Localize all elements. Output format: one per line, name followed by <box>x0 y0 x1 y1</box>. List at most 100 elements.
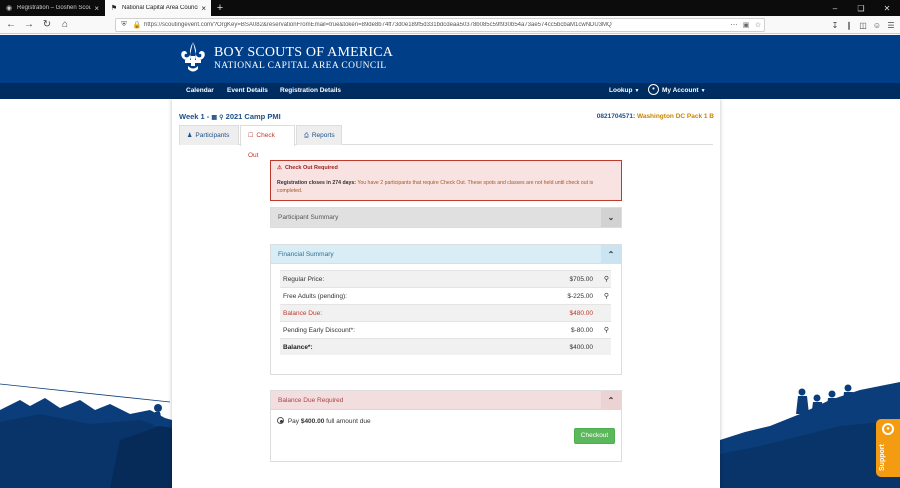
user-icon: ♟ <box>187 133 193 139</box>
participant-summary-title: Participant Summary <box>278 214 339 221</box>
table-row: Balance Due: $480.00 <box>280 304 611 321</box>
close-tab-icon[interactable]: × <box>94 4 99 13</box>
checkout-button[interactable]: Checkout <box>574 428 615 444</box>
alert-deadline: Registration closes in 274 days: <box>277 180 356 186</box>
main-menu: Calendar Event Details Registration Deta… <box>0 83 900 99</box>
balance-due-title: Balance Due Required <box>278 397 344 404</box>
page-title-prefix: Week 1 - <box>179 112 210 121</box>
menu-my-account-label: My Account <box>662 87 699 94</box>
calendar-icon: ▦ <box>211 115 218 121</box>
record-name: Washington DC Pack 1 B <box>636 113 714 120</box>
tab-check-out[interactable]: ☐ Check Out <box>240 125 295 159</box>
browser-tab[interactable]: ◉ Registration – Goshen Scout R × <box>0 0 104 16</box>
zoom-icon[interactable]: ⚲ <box>604 288 609 305</box>
alert-body: Registration closes in 274 days: You hav… <box>277 179 615 195</box>
chevron-down-icon[interactable]: ⌄ <box>601 208 621 227</box>
map-marker-icon: ⚲ <box>219 115 224 121</box>
caret-down-icon: ▼ <box>634 88 640 94</box>
support-widget[interactable]: ● Support <box>876 419 900 477</box>
address-bar[interactable]: ⛨ 🔒 https://scoutingevent.com/?OrgKey=BS… <box>115 18 765 32</box>
tab-reports[interactable]: ⎙ Reports <box>296 125 342 145</box>
lifebuoy-icon: ● <box>882 423 894 435</box>
cart-icon: ☐ <box>248 133 254 139</box>
caret-down-icon: ▼ <box>700 88 706 94</box>
page-tabs: ♟ Participants ☐ Check Out ⎙ Reports <box>179 125 713 159</box>
pay-amount: $400.00 <box>300 418 325 426</box>
browser-tab-title: Registration – Goshen Scout R <box>17 5 92 11</box>
row-value: $-225.00 <box>567 293 593 300</box>
library-icon[interactable]: ∥ <box>842 18 856 32</box>
bell-icon: ⚠ <box>277 165 282 171</box>
home-icon[interactable]: ⌂ <box>58 18 72 32</box>
sidebar-icon[interactable]: ◫ <box>856 18 870 32</box>
row-label: Balance*: <box>283 344 313 351</box>
payment-option[interactable]: Pay $400.00 full amount due <box>277 417 371 426</box>
zoom-icon[interactable]: ⚲ <box>604 271 609 288</box>
financial-summary-panel: Financial Summary ⌃ Regular Price: $705.… <box>270 244 622 375</box>
tab-participants[interactable]: ♟ Participants <box>179 125 239 145</box>
pay-suffix: full amount due <box>326 418 371 426</box>
lock-icon[interactable]: 🔒 <box>132 21 142 29</box>
browser-tab-title: National Capital Area Council | <box>122 5 199 11</box>
restore-icon[interactable]: ❑ <box>848 0 874 16</box>
financial-summary-header[interactable]: Financial Summary ⌃ <box>271 245 621 264</box>
site-header: BOY SCOUTS OF AMERICA NATIONAL CAPITAL A… <box>0 35 900 83</box>
menu-my-account[interactable]: • My Account ▼ <box>648 83 706 99</box>
bsa-fleur-de-lis-logo[interactable] <box>178 41 208 75</box>
menu-lookup-label: Lookup <box>609 87 633 94</box>
window-controls: – ❑ ✕ <box>822 0 900 16</box>
forward-icon[interactable]: → <box>22 18 36 32</box>
page-actions-icon[interactable]: ⋯ <box>728 21 740 29</box>
menu-icon[interactable]: ☰ <box>884 18 898 32</box>
menu-registration-details[interactable]: Registration Details <box>280 83 341 99</box>
row-value: $400.00 <box>569 344 594 351</box>
row-label: Pending Early Discount*: <box>283 327 355 334</box>
pay-prefix: Pay <box>287 418 300 426</box>
balance-due-panel: Balance Due Required ⌃ Pay $400.00 full … <box>270 390 622 462</box>
brand-title[interactable]: BOY SCOUTS OF AMERICA <box>214 45 393 61</box>
participant-summary-panel: Participant Summary ⌄ <box>270 207 622 228</box>
menu-lookup[interactable]: Lookup ▼ <box>609 83 639 99</box>
row-value: $480.00 <box>569 310 594 317</box>
browser-toolbar: ← → ↻ ⌂ ⛨ 🔒 https://scoutingevent.com/?O… <box>0 16 900 34</box>
url-text[interactable]: https://scoutingevent.com/?OrgKey=BSA082… <box>144 22 728 28</box>
registration-record: 0821704571: Washington DC Pack 1 B <box>597 113 714 120</box>
download-icon[interactable]: ↧ <box>828 18 842 32</box>
balance-due-header[interactable]: Balance Due Required ⌃ <box>271 391 621 410</box>
favicon-icon: ⚑ <box>110 5 118 12</box>
main-panel: Week 1 - ▦ ⚲ 2021 Camp PMI 0821704571: W… <box>172 99 720 488</box>
shield-icon[interactable]: ⛨ <box>119 21 129 29</box>
menu-event-details[interactable]: Event Details <box>227 83 268 99</box>
zoom-icon[interactable]: ⚲ <box>604 322 609 339</box>
account-icon[interactable]: ☺ <box>870 18 884 32</box>
page-title-event: 2021 Camp PMI <box>225 112 281 121</box>
close-tab-icon[interactable]: × <box>201 4 206 13</box>
user-circle-icon: • <box>648 83 659 95</box>
table-row: Regular Price: $705.00 ⚲ <box>280 270 611 287</box>
alert-heading-text: Check Out Required <box>284 165 338 171</box>
record-id: 0821704571: <box>596 113 636 120</box>
menu-calendar[interactable]: Calendar <box>186 83 214 99</box>
row-label: Balance Due: <box>283 310 323 317</box>
participant-summary-header[interactable]: Participant Summary ⌄ <box>271 208 621 227</box>
row-label: Free Adults (pending): <box>283 293 347 300</box>
back-icon[interactable]: ← <box>4 18 18 32</box>
pay-full-radio[interactable] <box>277 417 284 424</box>
pocket-icon[interactable]: ▣ <box>740 21 752 29</box>
bookmark-star-icon[interactable]: ☆ <box>752 21 764 29</box>
brand-subtitle[interactable]: NATIONAL CAPITAL AREA COUNCIL <box>214 61 386 71</box>
alert-heading: ⚠ Check Out Required <box>277 165 615 171</box>
browser-tab-active[interactable]: ⚑ National Capital Area Council | × <box>105 0 211 16</box>
chevron-up-icon[interactable]: ⌃ <box>601 245 621 264</box>
new-tab-icon[interactable]: + <box>214 0 226 16</box>
tab-reports-label: Reports <box>311 132 335 139</box>
minimize-icon[interactable]: – <box>822 0 848 16</box>
table-row: Free Adults (pending): $-225.00 ⚲ <box>280 287 611 304</box>
row-value: $-80.00 <box>570 327 593 334</box>
close-window-icon[interactable]: ✕ <box>874 0 900 16</box>
page-title: Week 1 - ▦ ⚲ 2021 Camp PMI <box>179 112 281 121</box>
row-value: $705.00 <box>569 276 594 283</box>
chevron-up-icon[interactable]: ⌃ <box>601 391 621 410</box>
checkout-required-alert: ⚠ Check Out Required Registration closes … <box>270 160 622 201</box>
reload-icon[interactable]: ↻ <box>40 18 54 32</box>
